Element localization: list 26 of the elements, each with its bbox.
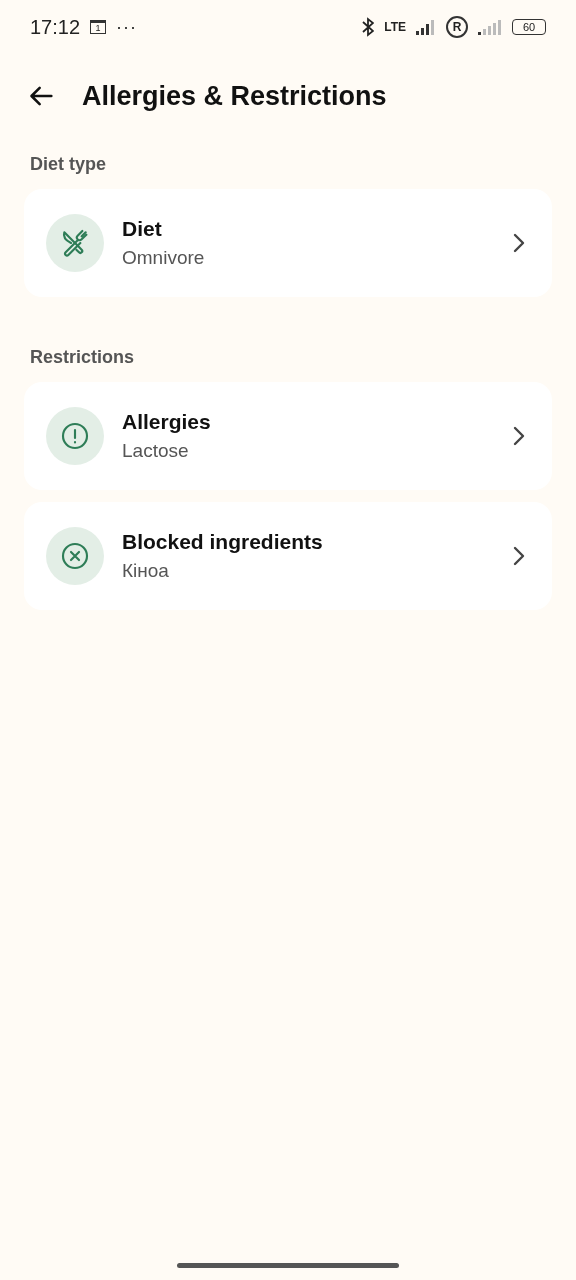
battery-level: 60: [512, 19, 546, 35]
cancel-icon: [59, 540, 91, 572]
calendar-icon: 1: [90, 20, 107, 34]
settings-card[interactable]: Blocked ingredients Кіноа: [24, 502, 552, 610]
status-time: 17:12: [30, 15, 81, 39]
chevron-icon: [512, 232, 526, 254]
alert-icon: [59, 420, 91, 452]
chevron-icon: [512, 545, 526, 567]
settings-card[interactable]: Diet Omnivore: [24, 189, 552, 297]
item-title: Diet: [122, 217, 163, 241]
more-notifications: ···: [116, 16, 138, 38]
item-title: Allergies: [122, 410, 212, 434]
roaming-indicator: R: [446, 16, 468, 38]
settings-card[interactable]: Allergies Lactose: [24, 382, 552, 490]
page-title: Allergies & Restrictions: [82, 80, 387, 112]
signal-icon: [478, 19, 502, 35]
item-value: Omnivore: [122, 247, 206, 269]
signal-icon: [416, 19, 436, 35]
bluetooth-icon: [362, 17, 375, 37]
item-title: Blocked ingredients: [122, 530, 324, 554]
item-value: Кіноа: [122, 560, 170, 582]
chevron-icon: [512, 425, 526, 447]
item-value: Lactose: [122, 440, 190, 462]
section-title: Restrictions: [29, 347, 136, 368]
network-type: LTE: [384, 20, 406, 34]
section-title: Diet type: [29, 154, 108, 175]
